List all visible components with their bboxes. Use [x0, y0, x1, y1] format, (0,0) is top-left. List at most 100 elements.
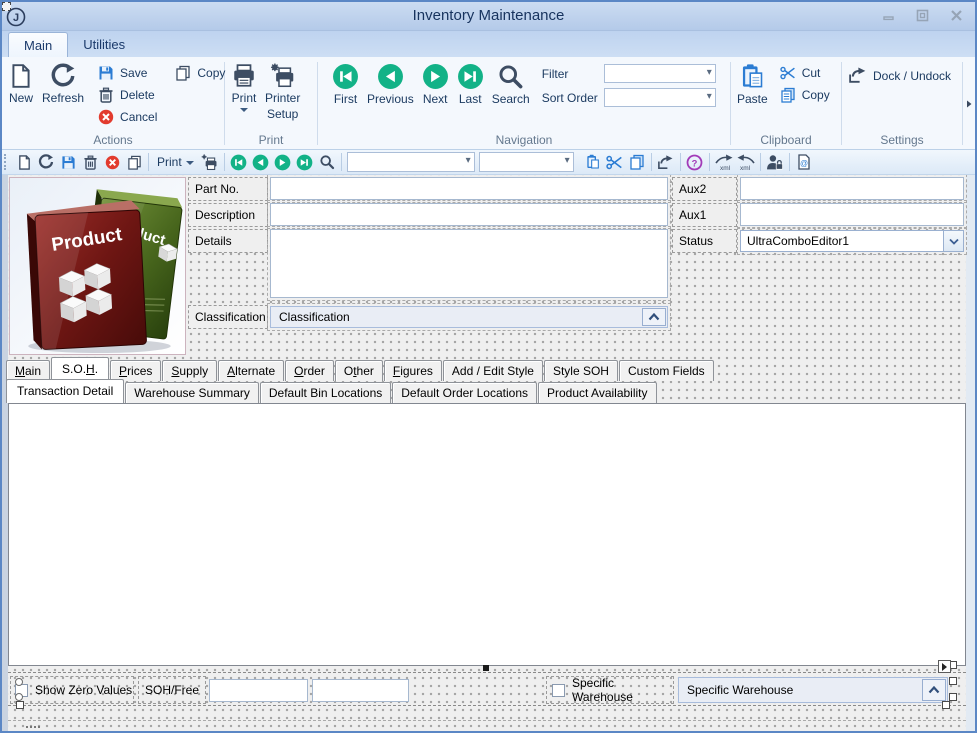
- svg-text:xml: xml: [720, 165, 731, 171]
- part-no-label: Part No.: [188, 177, 268, 201]
- printer-setup-button[interactable]: Printer Setup: [261, 60, 304, 121]
- previous-record-icon: [252, 154, 269, 170]
- selection-handle[interactable]: [949, 693, 957, 701]
- dock-undock-button[interactable]: Dock / Undock: [844, 65, 955, 86]
- close-button[interactable]: [950, 9, 963, 22]
- toolbar-export-xml-button[interactable]: xml: [713, 151, 735, 173]
- resize-handle[interactable]: [483, 665, 489, 671]
- selection-handle[interactable]: [942, 701, 950, 709]
- tab-default-bin-locations[interactable]: Default Bin Locations: [259, 382, 392, 403]
- toolbar-paste-button[interactable]: [582, 151, 604, 173]
- part-no-input[interactable]: [267, 174, 671, 203]
- toolbar-printer-setup-button[interactable]: [199, 151, 221, 173]
- ribbon-tab-utilities[interactable]: Utilities: [68, 32, 140, 57]
- new-button[interactable]: New: [4, 60, 38, 105]
- ribbon-scroll-right[interactable]: [963, 59, 975, 149]
- show-zero-values-group: Show Zero Values: [10, 676, 134, 704]
- toolbar-delete-button[interactable]: [79, 151, 101, 173]
- search-button[interactable]: Search: [488, 60, 534, 106]
- toolbar-next-button[interactable]: [272, 151, 294, 173]
- group-label-actions: Actions: [93, 133, 133, 147]
- cancel-icon: [98, 109, 114, 125]
- filter-combobox[interactable]: [603, 64, 716, 83]
- aux2-input[interactable]: [737, 174, 967, 203]
- last-button[interactable]: Last: [453, 60, 488, 106]
- refresh-button[interactable]: Refresh: [38, 60, 88, 105]
- tab-supply[interactable]: Supply: [162, 360, 218, 381]
- soh-value-field[interactable]: [209, 679, 308, 702]
- toolbar-last-button[interactable]: [294, 151, 316, 173]
- toolbar-copy-button[interactable]: [123, 151, 145, 173]
- classification-expander[interactable]: Classification: [267, 303, 671, 331]
- toolbar-cancel-button[interactable]: [101, 151, 123, 173]
- first-button[interactable]: First: [328, 60, 363, 106]
- save-button[interactable]: Save: [94, 64, 161, 82]
- print-button[interactable]: Print: [227, 60, 261, 112]
- toolbar-cut-button[interactable]: [604, 151, 626, 173]
- window-title: Inventory Maintenance: [412, 7, 565, 24]
- toolbar-search-button[interactable]: [316, 151, 338, 173]
- copy-button[interactable]: Copy: [171, 64, 229, 82]
- delete-button[interactable]: Delete: [94, 86, 161, 104]
- ribbon-tab-main[interactable]: Main: [8, 32, 69, 57]
- specific-warehouse-expander[interactable]: Specific Warehouse: [678, 677, 948, 703]
- minimize-button[interactable]: [882, 9, 895, 22]
- tab-main[interactable]: Main: [6, 360, 51, 381]
- tab-alternate[interactable]: Alternate: [218, 360, 285, 381]
- aux1-input[interactable]: [737, 200, 967, 229]
- toolbar-import-xml-button[interactable]: xml: [735, 151, 757, 173]
- selection-handle[interactable]: [15, 678, 23, 686]
- details-textarea[interactable]: [267, 226, 671, 301]
- previous-button[interactable]: Previous: [363, 60, 418, 106]
- selection-handle[interactable]: [15, 693, 23, 701]
- toolbar-help-button[interactable]: ?: [684, 151, 706, 173]
- toolbar-refresh-button[interactable]: [35, 151, 57, 173]
- tab-add-edit-style[interactable]: Add / Edit Style: [442, 360, 543, 381]
- trash-icon: [83, 155, 97, 170]
- toolbar-dock-undock-button[interactable]: [655, 151, 677, 173]
- tab-transaction-detail[interactable]: Transaction Detail: [6, 379, 125, 403]
- tab-product-availability[interactable]: Product Availability: [538, 382, 657, 403]
- next-button[interactable]: Next: [418, 60, 453, 106]
- toolbar-combobox-2[interactable]: [478, 152, 574, 172]
- toolbar-previous-button[interactable]: [250, 151, 272, 173]
- tab-style-soh[interactable]: Style SOH: [543, 360, 618, 381]
- paste-button[interactable]: Paste: [733, 60, 772, 106]
- cancel-button[interactable]: Cancel: [94, 108, 161, 126]
- specific-warehouse-checkbox[interactable]: [552, 683, 565, 697]
- tab-soh[interactable]: S.O.H.: [51, 357, 110, 381]
- tab-warehouse-summary[interactable]: Warehouse Summary: [125, 382, 259, 403]
- selection-handle[interactable]: [949, 677, 957, 685]
- status-dropdown-button[interactable]: [943, 231, 963, 251]
- document-link-icon: @: [798, 154, 810, 170]
- description-input[interactable]: [267, 200, 671, 229]
- maximize-button[interactable]: [916, 9, 929, 22]
- classification-collapse-button[interactable]: [642, 308, 666, 326]
- tab-default-order-locations[interactable]: Default Order Locations: [392, 382, 537, 403]
- toolbar-first-button[interactable]: [228, 151, 250, 173]
- sort-order-combobox[interactable]: [603, 88, 716, 107]
- mini-scroll-right-button[interactable]: [938, 660, 951, 673]
- toolbar-combobox-1[interactable]: [346, 152, 475, 172]
- chevron-right-icon: [967, 100, 972, 108]
- tab-custom-fields[interactable]: Custom Fields: [618, 360, 714, 381]
- transaction-detail-grid[interactable]: [8, 403, 966, 666]
- tab-figures[interactable]: Figures: [383, 360, 442, 381]
- tab-other[interactable]: Other: [334, 360, 383, 381]
- toolbar-new-button[interactable]: [13, 151, 35, 173]
- status-combobox[interactable]: UltraComboEditor1: [737, 227, 967, 255]
- toolbar-save-button[interactable]: [57, 151, 79, 173]
- specific-warehouse-collapse-button[interactable]: [922, 679, 946, 701]
- toolbar-user-security-button[interactable]: [764, 151, 786, 173]
- toolbar-notes-button[interactable]: @: [793, 151, 815, 173]
- quick-toolbar: Print ▾ ▾ ? xml xml @: [0, 150, 977, 175]
- toolbar-print-button[interactable]: Print: [152, 151, 199, 173]
- selection-handle[interactable]: [16, 701, 24, 709]
- toolbar-grip[interactable]: [4, 154, 9, 170]
- tab-prices[interactable]: Prices: [110, 360, 162, 381]
- free-value-field[interactable]: [312, 679, 409, 702]
- toolbar-copy-pages-button[interactable]: [626, 151, 648, 173]
- tab-order[interactable]: Order: [285, 360, 334, 381]
- copy-clipboard-button[interactable]: Copy: [776, 86, 834, 104]
- cut-button[interactable]: Cut: [776, 64, 834, 82]
